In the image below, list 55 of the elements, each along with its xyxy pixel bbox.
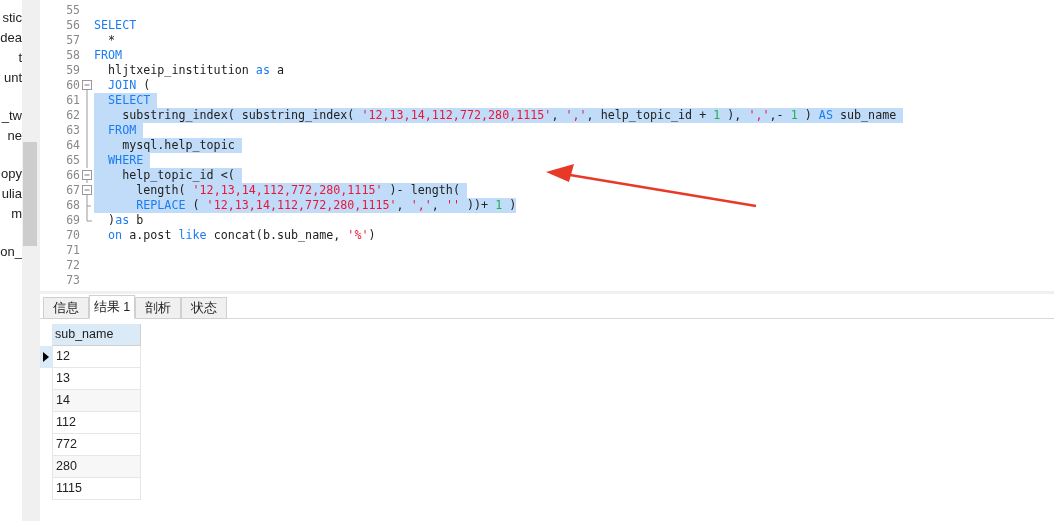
result-tab[interactable]: 剖析 — [135, 297, 181, 319]
result-tab[interactable]: 结果 1 — [89, 295, 135, 319]
fold-toggle-icon[interactable] — [82, 168, 93, 183]
sidebar-item[interactable]: m — [11, 204, 22, 224]
line-number: 57 — [66, 33, 80, 48]
table-cell: 12 — [52, 346, 141, 368]
line-number: 61 — [66, 93, 80, 108]
table-cell: 14 — [52, 390, 141, 412]
line-number: 66 — [66, 168, 80, 183]
row-indicator[interactable] — [40, 346, 52, 368]
sidebar-item[interactable]: stic — [2, 8, 22, 28]
fold-toggle-icon[interactable] — [82, 78, 93, 93]
code-line: * — [107, 33, 116, 48]
table-cell: 772 — [52, 434, 141, 456]
line-number: 59 — [66, 63, 80, 78]
result-tab[interactable]: 信息 — [43, 297, 89, 319]
line-number: 60 — [66, 78, 80, 93]
line-number: 55 — [66, 3, 80, 18]
line-number: 64 — [66, 138, 80, 153]
code-line: )as b — [107, 213, 144, 228]
sidebar-item[interactable]: ulia — [1, 184, 22, 204]
current-row-icon — [43, 352, 49, 362]
column-header[interactable]: sub_name — [52, 324, 141, 346]
table-cell: 280 — [52, 456, 141, 478]
line-number: 68 — [66, 198, 80, 213]
fold-toggle-icon[interactable] — [82, 183, 93, 198]
result-tab[interactable]: 状态 — [181, 297, 227, 319]
table-cell: 13 — [52, 368, 141, 390]
table-cell: 1115 — [52, 478, 141, 500]
line-number: 56 — [66, 18, 80, 33]
line-number: 69 — [66, 213, 80, 228]
scrollbar-thumb[interactable] — [23, 142, 37, 246]
line-number: 67 — [66, 183, 80, 198]
line-number: 62 — [66, 108, 80, 123]
line-number: 63 — [66, 123, 80, 138]
sidebar-item[interactable]: ne — [7, 126, 22, 146]
code-line: FROM — [94, 48, 123, 63]
code-line: on a.post like concat(b.sub_name, '%') — [107, 228, 376, 243]
scrollbar[interactable] — [22, 0, 40, 521]
line-number: 70 — [66, 228, 80, 243]
sidebar-item[interactable]: opy — [1, 164, 22, 184]
sidebar-item[interactable]: on_ — [0, 242, 22, 262]
sidebar-item[interactable]: t — [18, 48, 22, 68]
code-line: hljtxeip_institution as a — [107, 63, 284, 78]
code-line: SELECT — [94, 18, 137, 33]
line-number: 72 — [66, 258, 80, 273]
line-number: 73 — [66, 273, 80, 288]
code-line: JOIN ( — [107, 78, 151, 93]
sidebar-item[interactable]: dea — [0, 28, 22, 48]
table-cell: 112 — [52, 412, 141, 434]
sidebar-item[interactable]: unt — [3, 68, 22, 88]
sidebar-item[interactable]: _tw — [1, 106, 22, 126]
line-number: 58 — [66, 48, 80, 63]
line-number: 65 — [66, 153, 80, 168]
line-number: 71 — [66, 243, 80, 258]
